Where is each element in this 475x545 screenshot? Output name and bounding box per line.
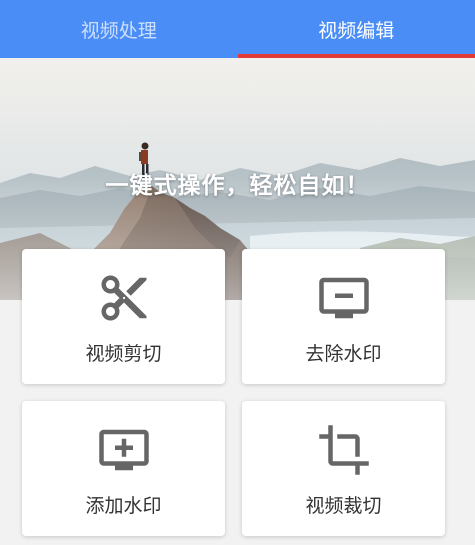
- video-crop-label: 视频裁切: [305, 495, 382, 517]
- video-cut-card[interactable]: 视频剪切: [22, 249, 225, 384]
- banner-slogan: 一键式操作，轻松自如！: [105, 173, 370, 199]
- remove-watermark-card[interactable]: 去除水印: [242, 249, 445, 384]
- tab-label: 视频编辑: [318, 19, 395, 42]
- video-crop-card[interactable]: 视频裁切: [242, 401, 445, 536]
- tab-label: 视频处理: [80, 19, 157, 42]
- add-watermark-label: 添加水印: [85, 495, 162, 517]
- remove-watermark-label: 去除水印: [305, 343, 382, 365]
- monitor-plus-icon: [98, 429, 149, 471]
- crop-icon: [318, 425, 369, 475]
- scissors-icon: [101, 275, 146, 321]
- tab-video-editing[interactable]: 视频编辑: [237, 0, 475, 58]
- monitor-minus-icon: [318, 277, 369, 319]
- tab-video-processing[interactable]: 视频处理: [0, 0, 238, 58]
- tab-bar: 视频处理 视频编辑: [0, 0, 475, 58]
- video-cut-label: 视频剪切: [85, 343, 162, 365]
- add-watermark-card[interactable]: 添加水印: [22, 401, 225, 536]
